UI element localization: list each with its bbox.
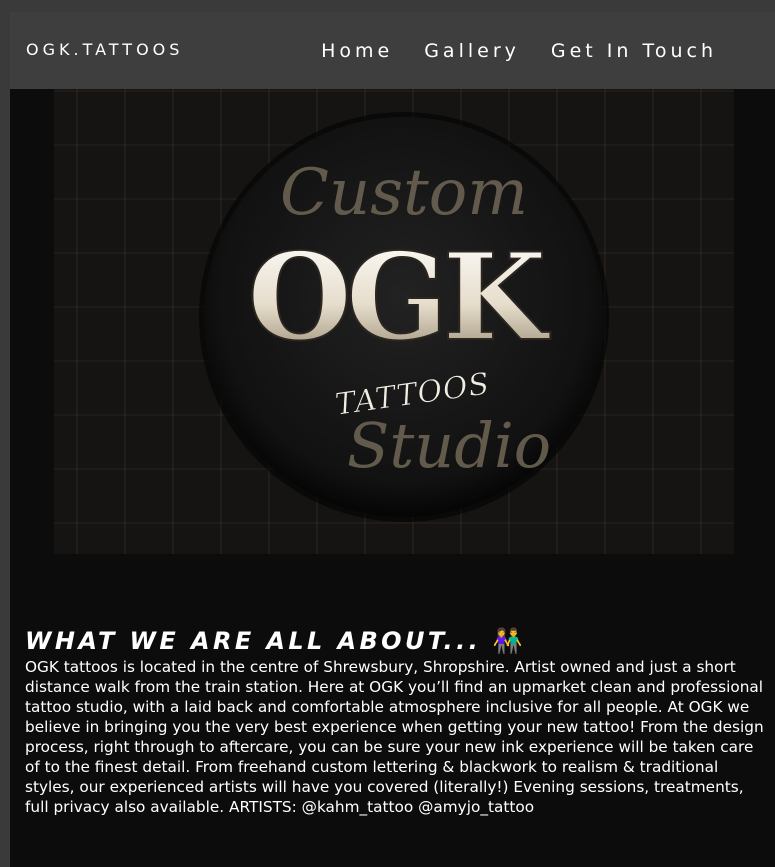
logo-monogram: OGK [247, 227, 550, 368]
logo-script-top: Custom [280, 156, 528, 230]
about-title: WHAT WE ARE ALL ABOUT... [25, 627, 482, 655]
top-edge-strip [0, 0, 775, 12]
page: OGK.TATTOOS Home Gallery Get In Touch Cu… [0, 0, 775, 867]
about-heading: WHAT WE ARE ALL ABOUT... 👫 [25, 626, 523, 656]
logo-script-bottom: Studio [347, 409, 551, 482]
nav-gallery-link[interactable]: Gallery [424, 39, 520, 63]
left-edge-strip [0, 0, 10, 867]
hero-logo-graphic: Custom OGK TATTOOS Studio [199, 112, 609, 522]
hero-banner: Custom OGK TATTOOS Studio [54, 89, 734, 554]
about-body: OGK tattoos is located in the centre of … [25, 658, 764, 816]
couple-emoji-icon: 👫 [492, 627, 523, 655]
site-header: OGK.TATTOOS Home Gallery Get In Touch [10, 12, 775, 89]
brand-link[interactable]: OGK.TATTOOS [26, 40, 183, 59]
nav-get-in-touch-link[interactable]: Get In Touch [551, 39, 717, 63]
main-nav: Home Gallery Get In Touch [321, 39, 717, 63]
nav-home-link[interactable]: Home [321, 39, 393, 63]
